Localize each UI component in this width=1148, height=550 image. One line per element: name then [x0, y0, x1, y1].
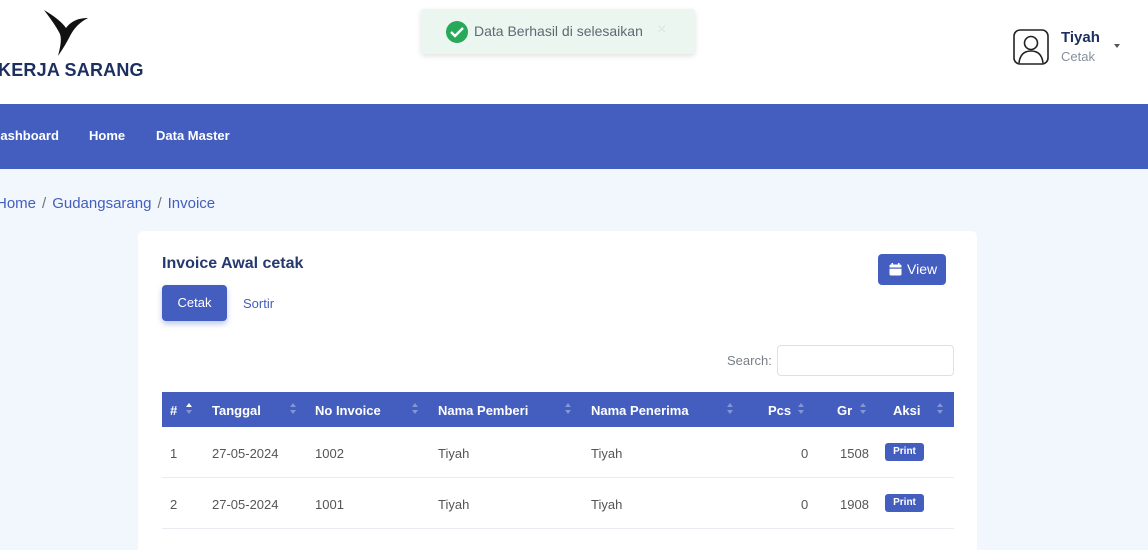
search-label: Search: — [727, 353, 772, 368]
cell-nama-pemberi: Tiyah — [438, 446, 470, 461]
print-button[interactable]: Print — [885, 443, 924, 461]
cell-pcs: 0 — [801, 446, 809, 461]
cell-tanggal: 27-05-2024 — [212, 446, 279, 461]
sort-icon[interactable] — [290, 402, 296, 416]
breadcrumb-item-home[interactable]: Home — [0, 195, 36, 212]
view-button-label: View — [907, 261, 938, 277]
toast-message: Data Berhasil di selesaikan — [474, 23, 643, 39]
column-header-nama-penerima[interactable]: Nama Penerima — [591, 403, 689, 418]
view-button[interactable]: View — [878, 254, 946, 285]
tab-cetak[interactable]: Cetak — [162, 285, 227, 321]
main-nav: Dashboard Home Data Master — [0, 104, 1148, 169]
calendar-icon — [889, 263, 902, 276]
sort-icon[interactable] — [727, 402, 733, 416]
column-header-pcs[interactable]: Pcs — [768, 403, 791, 418]
check-circle-icon — [446, 21, 468, 43]
column-header-aksi[interactable]: Aksi — [893, 403, 920, 418]
breadcrumb: Home / Gudangsarang / Invoice — [0, 195, 215, 212]
cell-gr: 1508 — [840, 446, 869, 461]
sort-asc-icon[interactable] — [186, 402, 192, 416]
cell-number: 2 — [170, 497, 178, 512]
cell-nama-penerima: Tiyah — [591, 446, 623, 461]
brand-name: KERJA SARANG — [0, 60, 144, 80]
sort-icon[interactable] — [860, 402, 866, 416]
sort-icon[interactable] — [798, 402, 804, 416]
cell-nama-pemberi: Tiyah — [438, 497, 470, 512]
sort-icon[interactable] — [565, 402, 571, 416]
print-button[interactable]: Print — [885, 494, 924, 512]
invoice-card: Invoice Awal cetak View Cetak Sortir Sea… — [138, 231, 977, 550]
invoice-table: # Tanggal No Invoice Nama Pemberi Nama P… — [162, 392, 954, 529]
cell-nama-penerima: Tiyah — [591, 497, 623, 512]
breadcrumb-item-gudangsarang[interactable]: Gudangsarang — [52, 195, 151, 212]
nav-item-dashboard[interactable]: Dashboard — [0, 128, 59, 143]
column-header-number[interactable]: # — [170, 403, 177, 418]
column-header-tanggal[interactable]: Tanggal — [212, 403, 261, 418]
nav-item-data-master[interactable]: Data Master — [156, 128, 230, 143]
cell-gr: 1908 — [840, 497, 869, 512]
table-header: # Tanggal No Invoice Nama Pemberi Nama P… — [162, 392, 954, 427]
search-input[interactable] — [777, 345, 954, 376]
breadcrumb-separator: / — [42, 195, 47, 212]
success-toast: Data Berhasil di selesaikan × — [421, 9, 695, 54]
cell-no-invoice: 1002 — [315, 446, 344, 461]
cell-tanggal: 27-05-2024 — [212, 497, 279, 512]
user-avatar-icon[interactable] — [1013, 29, 1049, 65]
column-header-no-invoice[interactable]: No Invoice — [315, 403, 381, 418]
card-title: Invoice Awal cetak — [162, 255, 304, 272]
sort-icon[interactable] — [937, 402, 943, 416]
column-header-gr[interactable]: Gr — [837, 403, 852, 418]
table-row: 2 27-05-2024 1001 Tiyah Tiyah 0 1908 Pri… — [162, 478, 954, 529]
breadcrumb-separator: / — [157, 195, 162, 212]
top-header: KERJA SARANG Data Berhasil di selesaikan… — [0, 0, 1148, 104]
cell-number: 1 — [170, 446, 178, 461]
cell-no-invoice: 1001 — [315, 497, 344, 512]
tab-sortir[interactable]: Sortir — [243, 296, 274, 311]
nav-item-home[interactable]: Home — [89, 128, 125, 143]
column-header-nama-pemberi[interactable]: Nama Pemberi — [438, 403, 528, 418]
breadcrumb-item-invoice[interactable]: Invoice — [168, 195, 216, 212]
toast-close-icon[interactable]: × — [657, 21, 666, 39]
chevron-down-icon[interactable] — [1114, 44, 1120, 48]
table-row: 1 27-05-2024 1002 Tiyah Tiyah 0 1508 Pri… — [162, 427, 954, 478]
swallow-logo-icon — [44, 10, 88, 56]
cell-pcs: 0 — [801, 497, 809, 512]
user-role: Cetak — [1061, 49, 1095, 64]
user-name[interactable]: Tiyah — [1061, 29, 1100, 46]
sort-icon[interactable] — [412, 402, 418, 416]
